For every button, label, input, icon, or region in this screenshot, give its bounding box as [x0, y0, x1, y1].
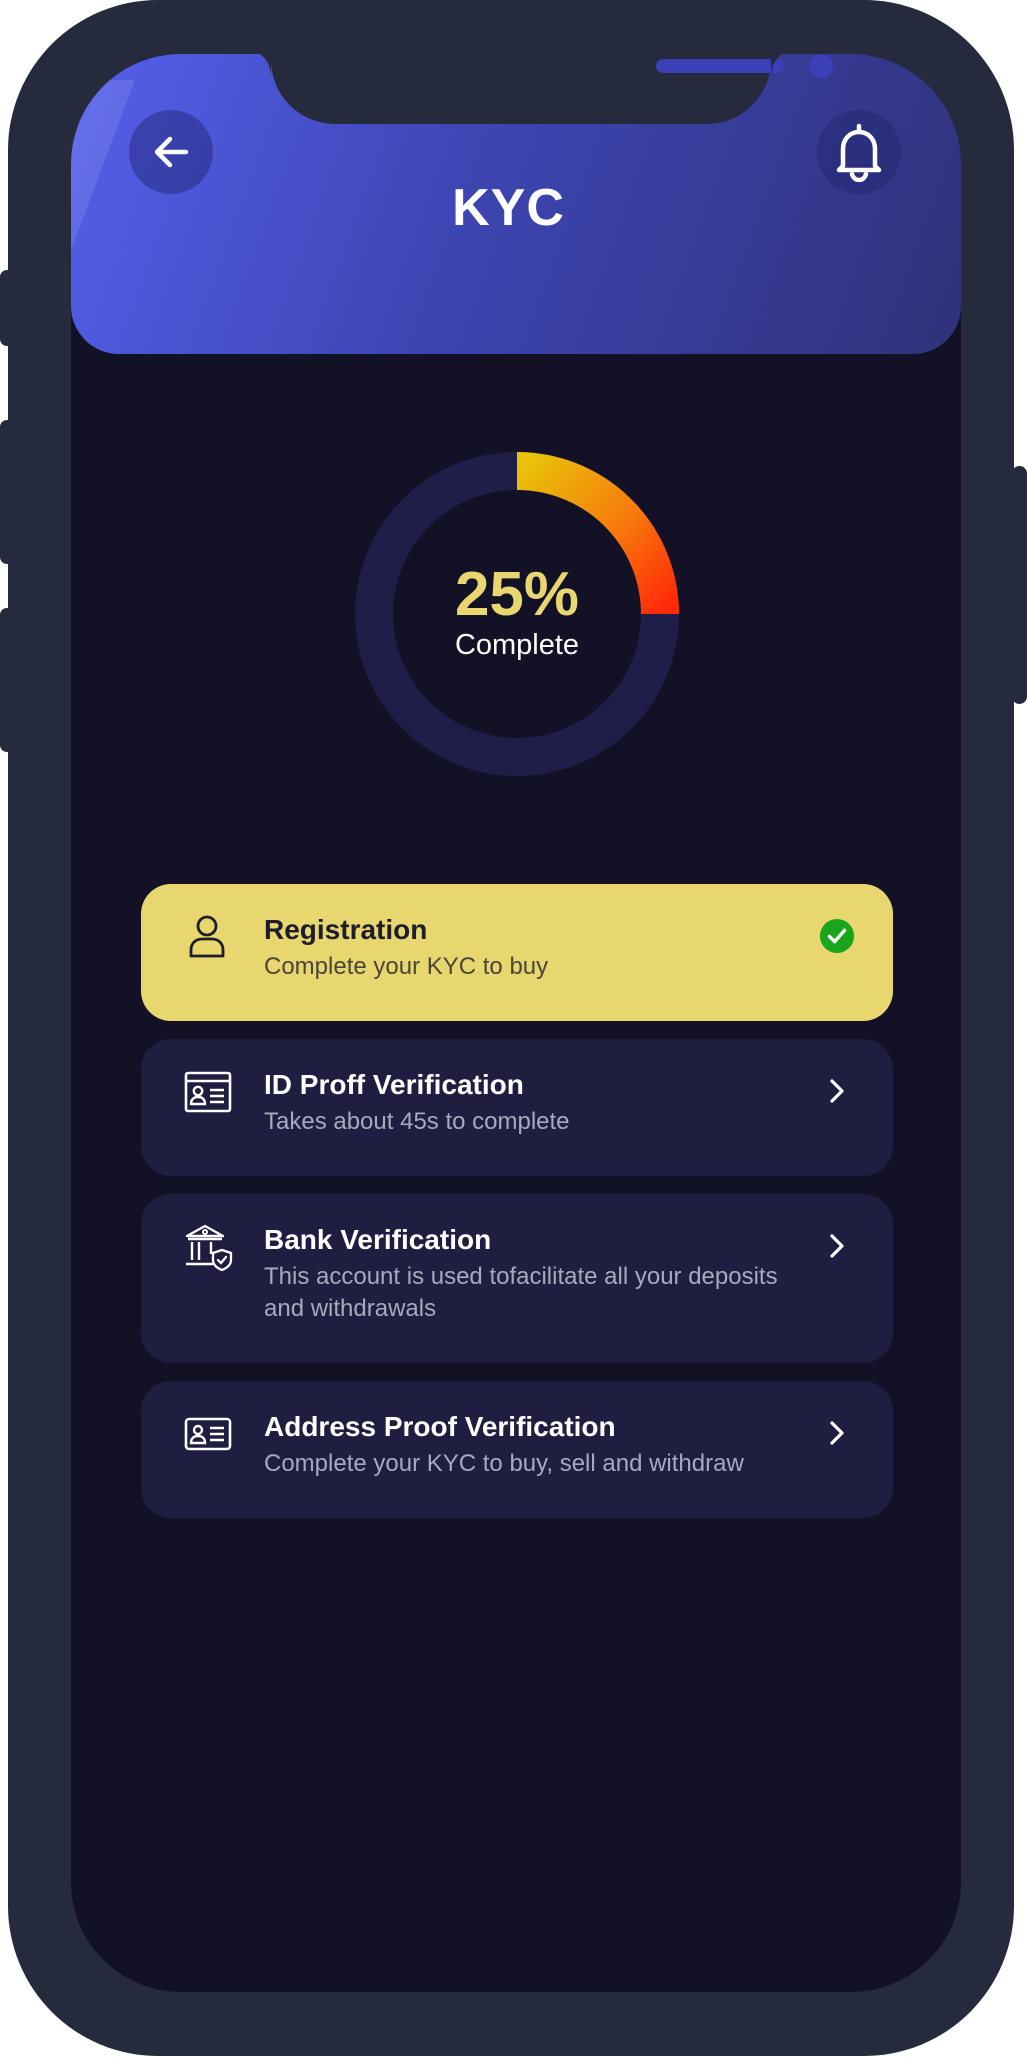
check-circle-icon: [819, 918, 855, 954]
app-screen: KYC 25% Complete Registration Complete y…: [71, 54, 961, 1992]
id-card-icon: [183, 1067, 233, 1117]
page-title: KYC: [452, 179, 565, 237]
device-notch: [247, 54, 833, 124]
address-card-icon: [183, 1409, 233, 1459]
step-subtitle: Complete your KYC to buy: [264, 953, 549, 980]
kyc-progress-ring: 25% Complete: [355, 452, 679, 776]
step-title: Address Proof Verification: [264, 1411, 616, 1442]
bank-shield-icon: [183, 1222, 233, 1272]
kyc-steps-list: Registration Complete your KYC to buy ID…: [141, 884, 893, 1536]
step-card-registration[interactable]: Registration Complete your KYC to buy: [141, 884, 893, 1021]
step-title: Bank Verification: [264, 1224, 492, 1255]
progress-percent: 25%: [454, 560, 580, 629]
chevron-right-icon: [819, 1073, 855, 1109]
silent-switch: [0, 270, 14, 346]
power-button: [1012, 466, 1027, 704]
user-icon: [183, 912, 233, 962]
chevron-right-icon: [819, 1228, 855, 1264]
step-subtitle: Takes about 45s to complete: [264, 1108, 570, 1135]
arrow-left-icon: [154, 136, 189, 168]
step-title: ID Proff Verification: [264, 1069, 524, 1100]
volume-down-button: [0, 608, 14, 752]
progress-label: Complete: [454, 629, 580, 661]
step-title: Registration: [264, 914, 428, 945]
step-card-address-verification[interactable]: Address Proof Verification Complete your…: [141, 1381, 893, 1518]
front-camera: [809, 54, 833, 78]
step-card-bank-verification[interactable]: Bank Verification This account is used t…: [141, 1194, 893, 1363]
bell-icon: [836, 123, 882, 182]
speaker-grille: [656, 59, 784, 73]
step-card-id-verification[interactable]: ID Proff Verification Takes about 45s to…: [141, 1039, 893, 1176]
progress-text: 25% Complete: [355, 452, 679, 776]
step-subtitle: Complete your KYC to buy, sell and withd…: [264, 1450, 744, 1477]
volume-up-button: [0, 420, 14, 564]
notification-button[interactable]: [817, 110, 901, 194]
chevron-right-icon: [819, 1415, 855, 1451]
step-subtitle: This account is used tofacilitate all yo…: [264, 1263, 778, 1322]
